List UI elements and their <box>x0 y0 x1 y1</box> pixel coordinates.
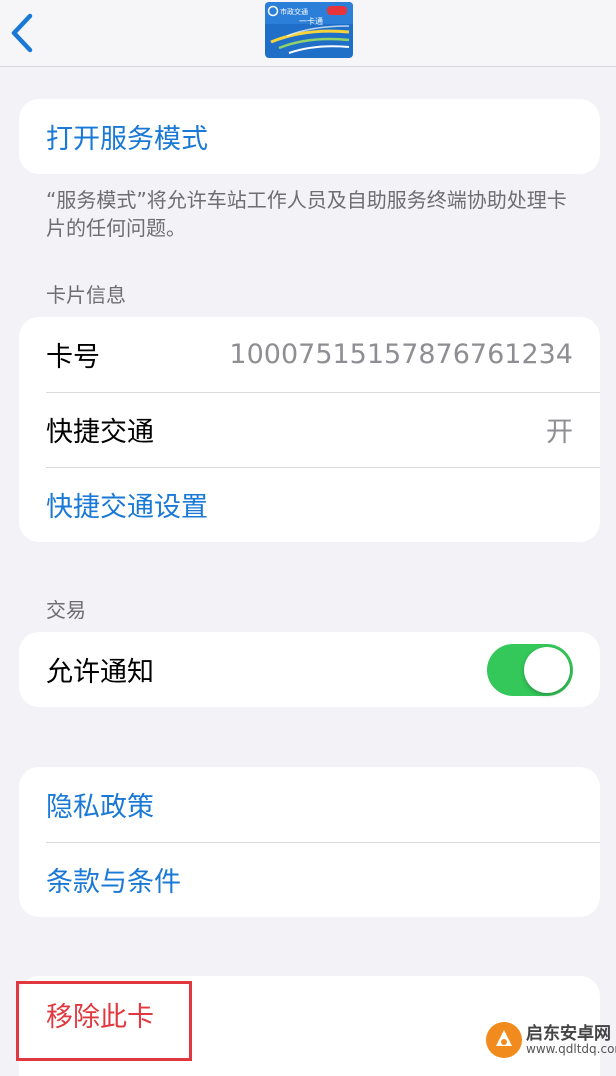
express-transit-label: 快捷交通 <box>46 417 154 448</box>
chevron-left-icon <box>11 13 33 53</box>
allow-notifications-toggle[interactable] <box>487 643 573 696</box>
open-service-mode-row[interactable]: 打开服务模式 <box>19 99 600 174</box>
service-mode-group: 打开服务模式 <box>19 99 600 174</box>
allow-notifications-row: 允许通知 <box>19 632 600 707</box>
express-transit-settings-row[interactable]: 快捷交通设置 <box>19 467 600 542</box>
transit-card-thumbnail: 市政交通 一卡通 <box>265 2 353 58</box>
card-info-header: 卡片信息 <box>46 283 126 307</box>
toggle-knob <box>524 646 570 693</box>
express-transit-row[interactable]: 快捷交通 开 <box>19 392 600 467</box>
terms-row[interactable]: 条款与条件 <box>19 842 600 917</box>
allow-notifications-label: 允许通知 <box>46 657 154 688</box>
watermark-url: www.qdltdq.com <box>526 1042 616 1056</box>
back-button[interactable] <box>4 4 44 58</box>
card-number-row: 卡号 10007515157876761234 <box>19 317 600 392</box>
transit-card-logo-icon: 市政交通 一卡通 <box>265 2 353 58</box>
card-number-value: 10007515157876761234 <box>229 339 573 370</box>
watermark: 启东安卓网 www.qdltdq.com <box>482 1015 616 1064</box>
terms-link[interactable]: 条款与条件 <box>46 860 573 899</box>
legal-group: 隐私政策 条款与条件 <box>19 767 600 917</box>
privacy-policy-row[interactable]: 隐私政策 <box>19 767 600 842</box>
svg-text:市政交通: 市政交通 <box>280 7 308 16</box>
card-number-label: 卡号 <box>46 342 100 373</box>
transactions-group: 允许通知 <box>19 632 600 707</box>
privacy-policy-link[interactable]: 隐私政策 <box>46 785 573 824</box>
service-mode-footnote: “服务模式”将允许车站工作人员及自助服务终端协助处理卡片的任何问题。 <box>46 188 567 240</box>
watermark-logo-icon <box>486 1022 522 1058</box>
remove-card-button[interactable]: 移除此卡 <box>46 995 154 1034</box>
svg-text:一卡通: 一卡通 <box>299 16 323 26</box>
express-transit-value: 开 <box>546 417 573 448</box>
watermark-title: 启东安卓网 <box>526 1024 611 1044</box>
express-transit-settings-link[interactable]: 快捷交通设置 <box>46 485 573 524</box>
transactions-header: 交易 <box>46 598 86 622</box>
card-info-group: 卡号 10007515157876761234 快捷交通 开 快捷交通设置 <box>19 317 600 542</box>
navigation-bar: 市政交通 一卡通 <box>0 0 616 67</box>
open-service-mode-link[interactable]: 打开服务模式 <box>46 117 573 156</box>
